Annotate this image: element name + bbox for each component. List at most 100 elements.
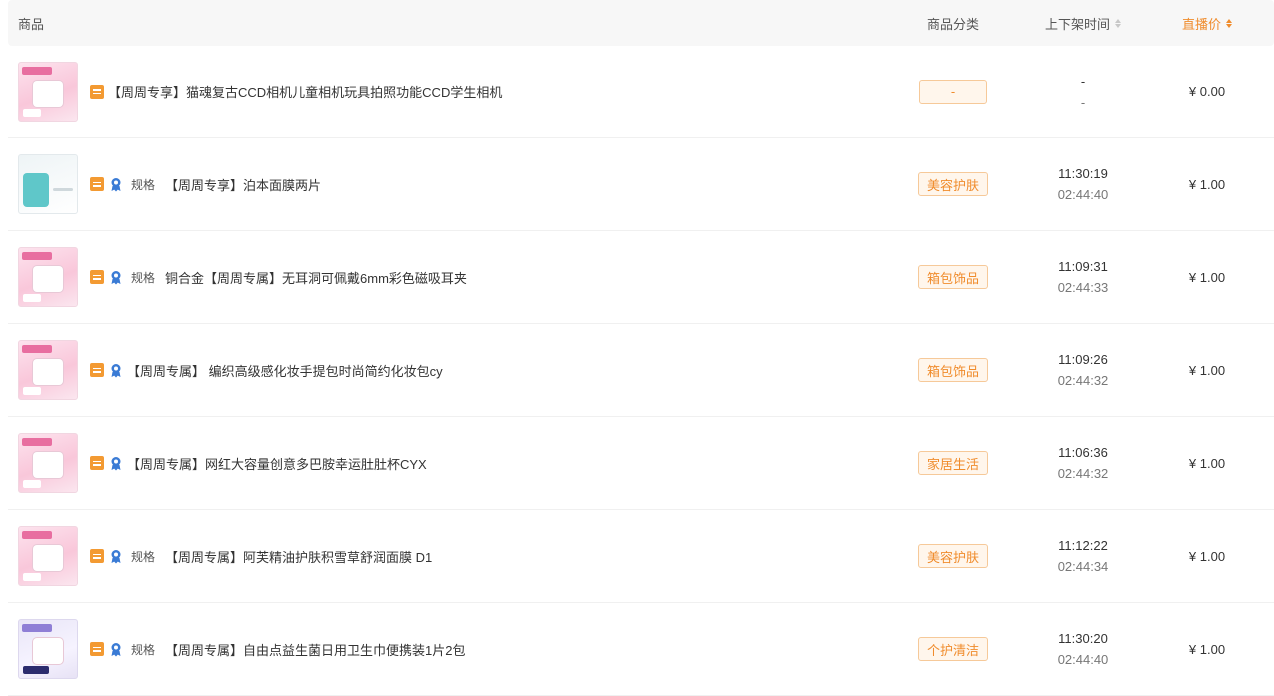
table-row[interactable]: 【周周专享】猫魂复古CCD相机儿童相机玩具拍照功能CCD学生相机 - - - ¥… <box>8 46 1274 138</box>
product-cell: 规格 【周周专属】自由点益生菌日用卫生巾便携装1片2包 <box>8 619 888 679</box>
header-category: 商品分类 <box>888 14 1018 33</box>
document-icon <box>90 177 104 191</box>
live-price: ¥ 1.00 <box>1188 455 1226 471</box>
category-tag: 家居生活 <box>917 451 988 475</box>
delisting-time: 02:44:32 <box>1057 373 1109 388</box>
listing-time: 11:06:36 <box>1058 445 1108 460</box>
live-price: ¥ 1.00 <box>1188 269 1226 285</box>
category-cell: 家居生活 <box>888 451 1018 475</box>
delisting-time: - <box>1080 94 1086 110</box>
time-cell: 11:09:26 02:44:32 <box>1018 352 1148 388</box>
product-title[interactable]: 【周周专属】网红大容量创意多巴胺幸运肚肚杯CYX <box>127 454 427 473</box>
listing-time: 11:09:26 <box>1058 352 1108 367</box>
document-icon <box>90 642 104 656</box>
product-thumbnail[interactable] <box>18 619 78 679</box>
live-price: ¥ 0.00 <box>1188 84 1226 99</box>
table-row[interactable]: 规格 【周周专享】泊本面膜两片 美容护肤 11:30:19 02:44:40 ¥… <box>8 138 1274 231</box>
product-title[interactable]: 铜合金【周周专属】无耳洞可佩戴6mm彩色磁吸耳夹 <box>165 268 467 287</box>
medal-icon <box>111 363 121 377</box>
document-icon <box>90 270 104 284</box>
product-title[interactable]: 【周周专属】自由点益生菌日用卫生巾便携装1片2包 <box>165 640 465 659</box>
time-cell: 11:06:36 02:44:32 <box>1018 445 1148 481</box>
header-price-label: 直播价 <box>1181 16 1221 32</box>
category-cell: 箱包饰品 <box>888 265 1018 289</box>
listing-time: 11:12:22 <box>1058 538 1108 553</box>
category-cell: 箱包饰品 <box>888 358 1018 382</box>
product-title[interactable]: 【周周专享】泊本面膜两片 <box>165 175 321 194</box>
product-cell: 规格 铜合金【周周专属】无耳洞可佩戴6mm彩色磁吸耳夹 <box>8 247 888 307</box>
product-cell: 【周周专属】网红大容量创意多巴胺幸运肚肚杯CYX <box>8 433 888 493</box>
listing-time: 11:30:19 <box>1058 166 1108 181</box>
product-icons <box>90 642 123 657</box>
medal-icon <box>111 177 121 191</box>
medal-icon <box>111 456 121 470</box>
category-tag: 个护清洁 <box>917 637 988 661</box>
live-price: ¥ 1.00 <box>1188 176 1226 192</box>
product-title[interactable]: 【周周专属】 编织高级感化妆手提包时尚简约化妆包cy <box>127 361 443 380</box>
product-thumbnail[interactable] <box>18 247 78 307</box>
table-row[interactable]: 【周周专属】网红大容量创意多巴胺幸运肚肚杯CYX 家居生活 11:06:36 0… <box>8 417 1274 510</box>
product-thumbnail[interactable] <box>18 433 78 493</box>
product-icons <box>90 363 123 378</box>
product-cell: 规格 【周周专享】泊本面膜两片 <box>8 154 888 214</box>
delisting-time: 02:44:40 <box>1057 652 1109 667</box>
header-price[interactable]: 直播价 <box>1148 14 1266 33</box>
product-title[interactable]: 【周周专享】猫魂复古CCD相机儿童相机玩具拍照功能CCD学生相机 <box>108 82 502 101</box>
product-title[interactable]: 【周周专属】阿芙精油护肤积雪草舒润面膜 D1 <box>165 547 432 566</box>
category-tag: - <box>919 79 987 104</box>
price-cell: ¥ 1.00 <box>1148 363 1266 378</box>
medal-icon <box>111 549 121 563</box>
category-tag: 箱包饰品 <box>917 265 988 289</box>
product-icons <box>90 456 123 471</box>
document-icon <box>90 84 104 99</box>
time-cell: 11:12:22 02:44:34 <box>1018 538 1148 574</box>
listing-time: 11:09:31 <box>1058 259 1108 274</box>
category-cell: 个护清洁 <box>888 637 1018 661</box>
document-icon <box>90 363 104 377</box>
price-cell: ¥ 1.00 <box>1148 270 1266 285</box>
sort-caret-icon[interactable] <box>1226 18 1232 28</box>
product-icons <box>90 84 104 99</box>
listing-time: 11:30:20 <box>1058 631 1108 646</box>
delisting-time: 02:44:32 <box>1057 466 1109 481</box>
live-price: ¥ 1.00 <box>1188 362 1226 378</box>
table-row[interactable]: 规格 【周周专属】阿芙精油护肤积雪草舒润面膜 D1 美容护肤 11:12:22 … <box>8 510 1274 603</box>
product-cell: 规格 【周周专属】阿芙精油护肤积雪草舒润面膜 D1 <box>8 526 888 586</box>
header-time[interactable]: 上下架时间 <box>1018 14 1148 33</box>
medal-icon <box>111 642 121 656</box>
header-product-label: 商品 <box>18 16 45 32</box>
table-header: 商品 商品分类 上下架时间 直播价 <box>8 0 1274 46</box>
category-cell: - <box>888 79 1018 104</box>
table-row[interactable]: 规格 【周周专属】自由点益生菌日用卫生巾便携装1片2包 个护清洁 11:30:2… <box>8 603 1274 696</box>
header-product: 商品 <box>8 14 888 33</box>
product-spec-label[interactable]: 规格 <box>131 641 155 658</box>
header-category-label: 商品分类 <box>926 16 979 32</box>
sort-caret-icon[interactable] <box>1115 18 1121 28</box>
product-thumbnail[interactable] <box>18 340 78 400</box>
document-icon <box>90 549 104 563</box>
time-cell: 11:09:31 02:44:33 <box>1018 259 1148 295</box>
category-tag: 箱包饰品 <box>917 358 988 382</box>
delisting-time: 02:44:40 <box>1057 187 1109 202</box>
time-cell: 11:30:19 02:44:40 <box>1018 166 1148 202</box>
product-cell: 【周周专享】猫魂复古CCD相机儿童相机玩具拍照功能CCD学生相机 <box>8 61 888 122</box>
category-cell: 美容护肤 <box>888 544 1018 568</box>
product-thumbnail[interactable] <box>18 61 78 122</box>
product-thumbnail[interactable] <box>18 526 78 586</box>
product-spec-label[interactable]: 规格 <box>131 269 155 286</box>
price-cell: ¥ 1.00 <box>1148 177 1266 192</box>
price-cell: ¥ 1.00 <box>1148 456 1266 471</box>
product-icons <box>90 549 123 564</box>
listing-time: - <box>1080 73 1086 89</box>
product-table: 商品 商品分类 上下架时间 直播价 【周周专享】猫魂复古CCD相机儿童相机玩具拍… <box>8 0 1274 696</box>
category-tag: 美容护肤 <box>917 172 988 196</box>
product-thumbnail[interactable] <box>18 154 78 214</box>
table-row[interactable]: 【周周专属】 编织高级感化妆手提包时尚简约化妆包cy 箱包饰品 11:09:26… <box>8 324 1274 417</box>
product-spec-label[interactable]: 规格 <box>131 176 155 193</box>
price-cell: ¥ 1.00 <box>1148 642 1266 657</box>
price-cell: ¥ 0.00 <box>1148 84 1266 99</box>
product-spec-label[interactable]: 规格 <box>131 548 155 565</box>
table-row[interactable]: 规格 铜合金【周周专属】无耳洞可佩戴6mm彩色磁吸耳夹 箱包饰品 11:09:3… <box>8 231 1274 324</box>
time-cell: 11:30:20 02:44:40 <box>1018 631 1148 667</box>
delisting-time: 02:44:34 <box>1057 559 1109 574</box>
